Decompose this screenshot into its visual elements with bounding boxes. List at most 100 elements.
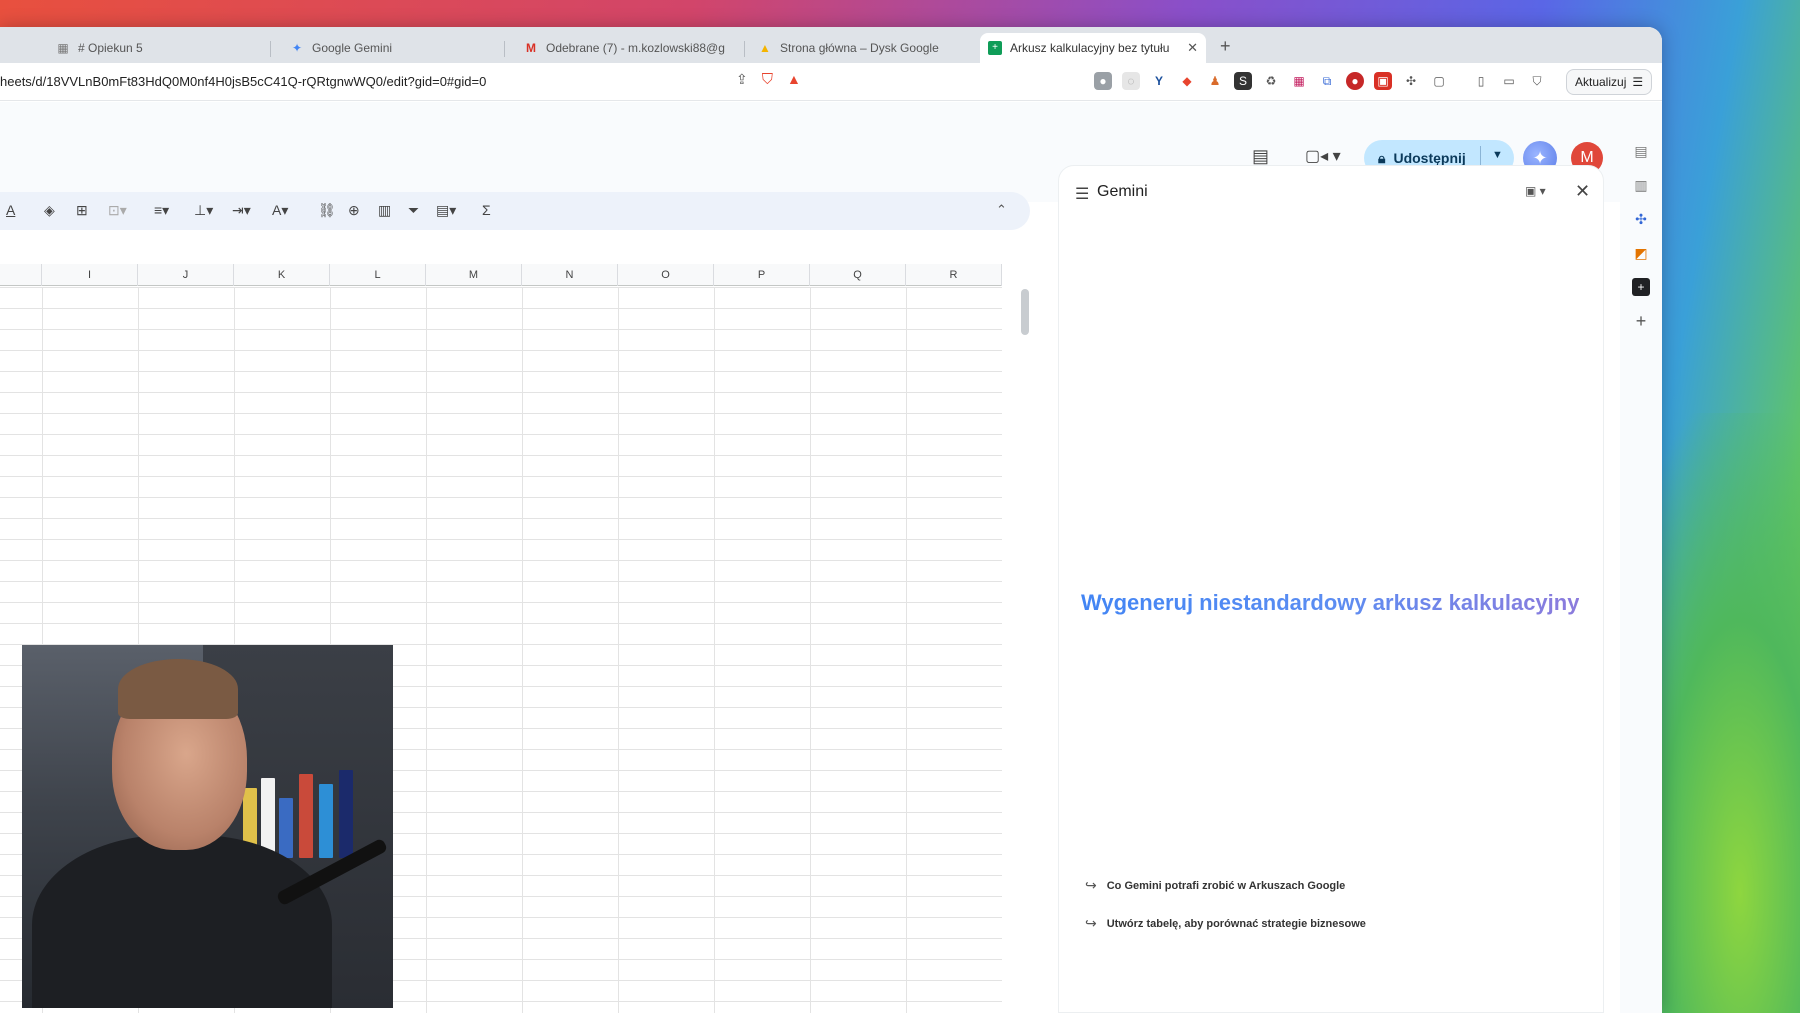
tab-gmail[interactable]: M Odebrane (7) - m.kozlowski88@g	[516, 33, 742, 63]
column-header[interactable]: K	[234, 264, 330, 286]
extension-icon[interactable]: ●	[1346, 72, 1364, 90]
text-rotate-icon[interactable]: A▾	[272, 202, 288, 219]
brave-rewards-icon[interactable]: ▲	[787, 71, 801, 88]
align-vertical-icon[interactable]: ⊥▾	[194, 202, 213, 219]
tab-separator	[270, 41, 271, 57]
text-color-icon[interactable]: A	[6, 202, 15, 218]
functions-icon[interactable]: Σ	[482, 202, 491, 218]
puzzle-icon[interactable]: ✣	[1402, 72, 1420, 90]
gemini-side-panel: ☰ Gemini ▣ ▾ ✕ Wygeneruj niestandardowy …	[1058, 165, 1604, 1013]
extension-icon[interactable]: ●	[1094, 72, 1112, 90]
tab-label: Odebrane (7) - m.kozlowski88@g	[546, 41, 725, 55]
column-header[interactable]: I	[42, 264, 138, 286]
view-options-icon[interactable]: ▣ ▾	[1525, 184, 1546, 198]
extension-icon[interactable]: ▢	[1430, 72, 1448, 90]
update-label: Aktualizuj	[1575, 75, 1627, 89]
column-header[interactable]: O	[618, 264, 714, 286]
text-wrap-icon[interactable]: ⇥▾	[232, 202, 251, 219]
extension-icon[interactable]: ♟	[1206, 72, 1224, 90]
chevron-up-icon[interactable]: ⌃	[996, 202, 1007, 218]
lock-icon: 🔒︎	[1378, 149, 1386, 166]
drive-icon: ▲	[759, 41, 771, 55]
puzzle-icon[interactable]: ✣	[1632, 210, 1650, 228]
extension-icon[interactable]: S	[1234, 72, 1252, 90]
suggestion-item[interactable]: ↪ Co Gemini potrafi zrobić w Arkuszach G…	[1085, 877, 1345, 894]
arrow-turn-icon: ↪	[1085, 915, 1097, 931]
filter-icon[interactable]: ⏷	[408, 202, 419, 219]
close-icon[interactable]: ✕	[1187, 40, 1198, 56]
webcam-overlay	[22, 645, 393, 1008]
share-page-icon[interactable]: ⇪	[736, 71, 748, 88]
address-bar-row: heets/d/18VVLnB0mFt83HdQ0M0nf4H0jsB5cC41…	[0, 63, 1662, 101]
suggestion-item[interactable]: ↪ Utwórz tabelę, aby porównać strategie …	[1085, 915, 1366, 932]
column-header[interactable]: L	[330, 264, 426, 286]
brave-shield-icon[interactable]: ⛉	[762, 71, 773, 88]
chevron-down-icon[interactable]: ▼	[1492, 149, 1503, 161]
gemini-panel-title: Gemini	[1097, 183, 1148, 200]
column-header-row: I J K L M N O P Q R	[0, 264, 1002, 286]
arrow-turn-icon: ↪	[1085, 877, 1097, 893]
meet-icon[interactable]: ▢◂ ▾	[1305, 146, 1341, 166]
maps-icon[interactable]: ◩	[1632, 244, 1650, 262]
comment-icon[interactable]: ▤	[1252, 146, 1269, 167]
column-header[interactable]: Q	[810, 264, 906, 286]
close-icon[interactable]: ✕	[1575, 181, 1590, 202]
menu-icon[interactable]: ☰	[1075, 184, 1089, 204]
vpn-icon[interactable]: ⛉	[1528, 72, 1546, 90]
extension-icon[interactable]: ▦	[1290, 72, 1308, 90]
column-header[interactable]: N	[522, 264, 618, 286]
tab-sheets-active[interactable]: + Arkusz kalkulacyjny bez tytułu ✕	[980, 33, 1206, 63]
sidebar-toggle-icon[interactable]: ▯	[1472, 72, 1490, 90]
insert-chart-icon[interactable]: ▥	[378, 202, 391, 219]
person-hair-image	[118, 659, 238, 719]
side-app-rail: ▤ ▥ ✣ ◩ + +	[1620, 102, 1662, 1013]
borders-icon[interactable]: ⊞	[76, 202, 88, 219]
column-header[interactable]: J	[138, 264, 234, 286]
gemini-icon: ✦	[291, 41, 303, 55]
formatting-toolbar: A ◈ ⊞ ⊡▾ ≡▾ ⊥▾ ⇥▾ A▾ ⛓ ⊕ ▥ ⏷ ▤▾ Σ ⌃	[0, 192, 1030, 230]
link-icon[interactable]: ⛓	[318, 202, 336, 219]
tab-separator	[504, 41, 505, 57]
extension-icon[interactable]: ♻	[1262, 72, 1280, 90]
new-tab-button[interactable]: +	[1220, 36, 1231, 57]
merge-cells-icon[interactable]: ⊡▾	[108, 202, 127, 219]
extension-icon[interactable]: ▣	[1374, 72, 1392, 90]
column-header[interactable]: R	[906, 264, 1002, 286]
grid-icon: ▦	[57, 41, 69, 55]
tab-label: # Opiekun 5	[78, 41, 143, 55]
gmail-icon: M	[526, 41, 536, 55]
column-header[interactable]	[0, 264, 42, 286]
extension-icon[interactable]: ◌	[1122, 72, 1140, 90]
extension-icon[interactable]: Y	[1150, 72, 1168, 90]
filter-views-icon[interactable]: ▤▾	[436, 202, 456, 219]
vertical-scrollbar[interactable]	[1021, 289, 1029, 335]
share-label: Udostępnij	[1393, 150, 1466, 166]
tab-separator	[744, 41, 745, 57]
url-field[interactable]: heets/d/18VVLnB0mFt83HdQ0M0nf4H0jsB5cC41…	[0, 74, 486, 89]
suggestion-text: Co Gemini potrafi zrobić w Arkuszach Goo…	[1106, 879, 1346, 892]
tab-label: Strona główna – Dysk Google	[780, 41, 939, 55]
insert-comment-icon[interactable]: ⊕	[348, 202, 360, 219]
tab-gemini[interactable]: ✦ Google Gemini	[282, 33, 502, 63]
extension-icon[interactable]: ⧉	[1318, 72, 1336, 90]
menu-icon: ☰	[1632, 75, 1644, 89]
tab-drive[interactable]: ▲ Strona główna – Dysk Google	[750, 33, 970, 63]
tab-label: Arkusz kalkulacyjny bez tytułu	[1010, 41, 1170, 55]
gemini-headline: Wygeneruj niestandardowy arkusz kalkulac…	[1081, 590, 1580, 615]
tab-opiekun[interactable]: ▦ # Opiekun 5	[48, 33, 268, 63]
keep-icon[interactable]: ▥	[1632, 176, 1650, 194]
person-image	[32, 835, 332, 1008]
fill-color-icon[interactable]: ◈	[44, 202, 55, 219]
column-header[interactable]: M	[426, 264, 522, 286]
address-actions: ⇪ ⛉ ▲	[736, 71, 801, 88]
column-header[interactable]: P	[714, 264, 810, 286]
add-addon-icon[interactable]: +	[1632, 312, 1650, 330]
sheets-icon: +	[988, 41, 1002, 55]
extension-icon[interactable]: ◆	[1178, 72, 1196, 90]
update-button[interactable]: Aktualizuj ☰	[1566, 69, 1653, 95]
calendar-icon[interactable]: ▤	[1632, 142, 1650, 160]
wallet-icon[interactable]: ▭	[1500, 72, 1518, 90]
tasks-icon[interactable]: +	[1632, 278, 1650, 296]
align-horizontal-icon[interactable]: ≡▾	[154, 202, 169, 219]
suggestion-text: Utwórz tabelę, aby porównać strategie bi…	[1106, 917, 1366, 930]
